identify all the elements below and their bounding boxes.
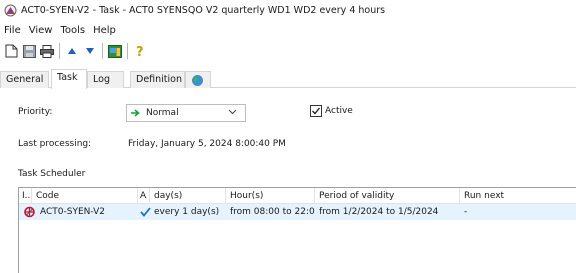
column-header-active[interactable]: A xyxy=(138,188,150,204)
menu-bar: File View Tools Help xyxy=(0,22,120,38)
tab-task[interactable]: Task xyxy=(51,69,87,89)
svg-text:?: ? xyxy=(136,45,144,58)
save-icon[interactable] xyxy=(21,43,37,59)
tab-log[interactable]: Log xyxy=(87,71,124,88)
column-header-icon[interactable]: I.. xyxy=(19,188,32,204)
list-header: I.. Code A day(s) Hour(s) Period of vali… xyxy=(19,188,576,204)
active-label: Active xyxy=(325,106,353,116)
chevron-down-icon xyxy=(228,109,237,115)
column-header-days[interactable]: day(s) xyxy=(150,188,226,204)
window-icon[interactable] xyxy=(107,43,123,59)
title-bar: ACT0-SYEN-V2 - Task - ACT0 SYENSQO V2 qu… xyxy=(0,0,576,21)
priority-label: Priority: xyxy=(18,107,53,117)
task-scheduler-label: Task Scheduler xyxy=(18,169,86,179)
tab-definition[interactable]: Definition xyxy=(130,71,185,88)
row-code: ACT0-SYEN-V2 xyxy=(40,207,105,217)
toolbar-separator xyxy=(127,43,128,59)
toolbar-separator xyxy=(59,43,60,59)
column-header-run-next[interactable]: Run next xyxy=(460,188,576,204)
menu-view[interactable]: View xyxy=(25,25,57,36)
table-row[interactable]: ACT0-SYEN-V2 every 1 day(s) from 08:00 t… xyxy=(19,204,576,220)
arrow-right-icon xyxy=(131,109,140,117)
toolbar: ? xyxy=(0,41,576,61)
tab-general-label: General xyxy=(6,74,44,85)
column-header-code[interactable]: Code xyxy=(32,188,138,204)
row-days: every 1 day(s) xyxy=(154,207,220,217)
tab-log-label: Log xyxy=(93,74,110,85)
arrow-down-icon[interactable] xyxy=(82,43,98,59)
priority-select[interactable]: Normal xyxy=(126,104,246,122)
task-status-icon xyxy=(24,206,35,218)
new-document-icon[interactable] xyxy=(3,43,19,59)
scheduler-app-icon xyxy=(4,4,17,17)
row-run-next: - xyxy=(464,207,468,217)
menu-help[interactable]: Help xyxy=(89,25,120,36)
tab-general[interactable]: General xyxy=(0,71,49,88)
tab-definition-label: Definition xyxy=(136,74,183,85)
globe-icon xyxy=(192,75,203,86)
help-icon[interactable]: ? xyxy=(132,43,148,59)
toolbar-separator xyxy=(102,43,103,59)
last-processing-label: Last processing: xyxy=(18,139,92,149)
tab-globe[interactable] xyxy=(185,71,211,88)
menu-tools[interactable]: Tools xyxy=(56,25,89,36)
tab-strip: General Task Log Definition xyxy=(0,69,576,89)
column-header-hours[interactable]: Hour(s) xyxy=(226,188,315,204)
row-period: from 1/2/2024 to 1/5/2024 xyxy=(319,207,439,217)
print-icon[interactable] xyxy=(39,43,55,59)
tab-task-label: Task xyxy=(57,72,78,83)
active-checkbox[interactable] xyxy=(310,105,322,117)
column-header-period[interactable]: Period of validity xyxy=(315,188,460,204)
priority-value: Normal xyxy=(146,108,179,118)
last-processing-value: Friday, January 5, 2024 8:00:40 PM xyxy=(128,139,286,149)
window-title: ACT0-SYEN-V2 - Task - ACT0 SYENSQO V2 qu… xyxy=(21,5,386,16)
task-scheduler-list[interactable]: I.. Code A day(s) Hour(s) Period of vali… xyxy=(18,187,576,273)
checkmark-icon xyxy=(312,107,321,115)
row-hours: from 08:00 to 22:0... xyxy=(230,207,315,217)
menu-file[interactable]: File xyxy=(0,25,25,36)
arrow-up-icon[interactable] xyxy=(64,43,80,59)
